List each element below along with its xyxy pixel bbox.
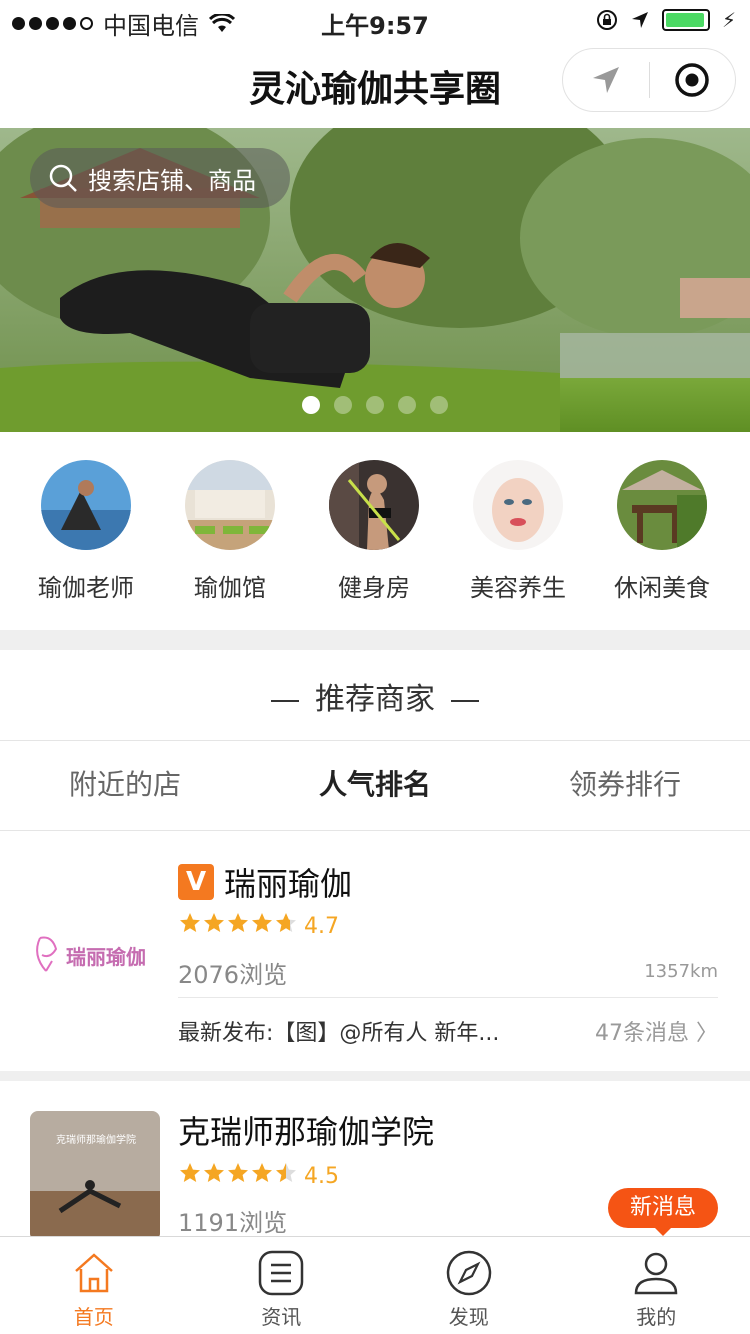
carousel-dot[interactable] — [302, 396, 320, 414]
view-count: 1191浏览 — [178, 1209, 288, 1237]
category-dining[interactable]: 休闲美食 — [590, 460, 734, 610]
title-dash-left — [271, 699, 299, 702]
target-icon — [675, 63, 709, 97]
news-icon — [259, 1250, 304, 1296]
message-count-text: 47条消息 — [595, 1021, 689, 1046]
carousel-dot[interactable] — [430, 396, 448, 414]
shop-name: V 瑞丽瑜伽 — [178, 859, 352, 905]
chevron-right-icon: 〉 — [689, 1021, 718, 1046]
star-icon — [276, 1163, 296, 1182]
section-gap — [0, 630, 750, 650]
card-divider — [178, 997, 718, 998]
category-label: 休闲美食 — [614, 574, 710, 602]
tab-label: 我的 — [636, 1305, 677, 1329]
card-gap — [0, 1071, 750, 1081]
category-label: 瑜伽老师 — [38, 574, 134, 602]
tab-label: 首页 — [73, 1305, 114, 1329]
distance: 1357km — [644, 961, 718, 982]
shop-logo: 克瑞师那瑜伽学院 — [30, 1111, 160, 1241]
tab-nearby[interactable]: 附近的店 — [0, 741, 250, 831]
category-yoga-teacher[interactable]: 瑜伽老师 — [14, 460, 158, 610]
tab-home[interactable]: 首页 — [0, 1237, 188, 1334]
tab-news[interactable]: 资讯 — [188, 1237, 376, 1334]
shop-name: 克瑞师那瑜伽学院 — [178, 1107, 434, 1153]
star-icon — [228, 913, 248, 932]
beauty-photo-icon — [473, 460, 563, 550]
search-icon — [49, 164, 77, 192]
yoga-teacher-photo-icon — [41, 460, 131, 550]
search-placeholder: 搜索店铺、商品 — [88, 166, 256, 195]
section-title-text: 推荐商家 — [315, 682, 435, 717]
tab-label: 发现 — [448, 1305, 489, 1329]
shop-name-text: 瑞丽瑜伽 — [224, 865, 353, 903]
star-icon — [252, 913, 272, 932]
message-count[interactable]: 47条消息 〉 — [595, 1015, 718, 1047]
status-bar: 中国电信 上午9:57 ⚡ — [0, 0, 750, 40]
star-icon — [276, 913, 296, 932]
star-icon — [180, 1163, 200, 1182]
tab-mine[interactable]: 我的 — [563, 1237, 750, 1334]
compass-icon — [446, 1250, 491, 1296]
category-beauty[interactable]: 美容养生 — [446, 460, 590, 610]
charging-icon: ⚡ — [721, 8, 736, 32]
gym-photo-icon — [329, 460, 419, 550]
tab-discover[interactable]: 发现 — [375, 1237, 563, 1334]
category-row: 瑜伽老师 瑜伽馆 健身房 美容养生 休闲美食 — [0, 460, 750, 610]
verified-badge: V — [178, 864, 214, 900]
user-icon — [634, 1252, 678, 1295]
carousel-dot[interactable] — [366, 396, 384, 414]
nav-bar: 灵沁瑜伽共享圈 — [0, 40, 750, 128]
star-rating-icon — [178, 1161, 298, 1191]
battery-icon — [661, 9, 710, 31]
carousel-indicators — [302, 396, 448, 414]
yoga-studio-photo-icon — [185, 460, 275, 550]
app-screen: 中国电信 上午9:57 ⚡ 灵沁瑜伽共享圈 搜索店铺、商品 瑜伽老师 瑜伽馆 健… — [0, 0, 750, 1334]
rating-value: 4.5 — [304, 1163, 339, 1189]
view-count: 2076浏览 — [178, 961, 288, 989]
shop-name-text: 克瑞师那瑜伽学院 — [178, 1113, 435, 1151]
star-icon — [180, 913, 200, 932]
category-label: 美容养生 — [470, 574, 566, 602]
status-right: ⚡ — [596, 8, 736, 32]
tab-label: 资讯 — [261, 1305, 302, 1329]
category-label: 健身房 — [338, 574, 410, 602]
latest-post[interactable]: 最新发布:【图】@所有人 新年... — [178, 1015, 558, 1047]
section-title: 推荐商家 — [0, 674, 750, 718]
carousel-dot[interactable] — [398, 396, 416, 414]
category-label: 瑜伽馆 — [194, 574, 266, 602]
tab-coupons[interactable]: 领券排行 — [500, 741, 750, 831]
star-rating-icon — [178, 911, 298, 941]
star-icon — [204, 913, 224, 932]
carousel-dot[interactable] — [334, 396, 352, 414]
shop-logo-text: 瑞丽瑜伽 — [66, 945, 146, 969]
rotation-lock-icon — [596, 10, 617, 30]
home-icon — [74, 1253, 113, 1293]
rating: 4.7 — [178, 911, 339, 941]
mini-program-capsule — [562, 48, 736, 112]
search-bar[interactable]: 搜索店铺、商品 — [30, 148, 290, 208]
shop-logo: 瑞丽瑜伽 — [30, 883, 160, 1013]
new-message-bubble[interactable]: 新消息 — [607, 1188, 718, 1236]
star-icon — [228, 1163, 248, 1182]
close-button[interactable] — [650, 48, 736, 112]
rating: 4.5 — [178, 1161, 339, 1191]
category-gym[interactable]: 健身房 — [302, 460, 446, 610]
ranking-tabs: 附近的店 人气排名 领券排行 — [0, 741, 750, 831]
location-arrow-icon — [631, 12, 648, 28]
star-icon — [252, 1163, 272, 1182]
dining-photo-icon — [617, 460, 707, 550]
tab-popularity[interactable]: 人气排名 — [250, 741, 500, 831]
bottom-tab-bar: 首页 资讯 发现 我的 — [0, 1236, 750, 1334]
shop-card[interactable]: 瑞丽瑜伽 V 瑞丽瑜伽 4.7 2076浏览 1357km 最新发布:【图】@所… — [0, 831, 750, 1071]
star-icon — [204, 1163, 224, 1182]
navigation-arrow-icon — [592, 67, 619, 93]
rating-value: 4.7 — [304, 913, 339, 939]
category-yoga-studio[interactable]: 瑜伽馆 — [158, 460, 302, 610]
location-button[interactable] — [563, 48, 649, 112]
title-dash-right — [451, 699, 479, 702]
shop-logo-text: 克瑞师那瑜伽学院 — [56, 1135, 136, 1146]
